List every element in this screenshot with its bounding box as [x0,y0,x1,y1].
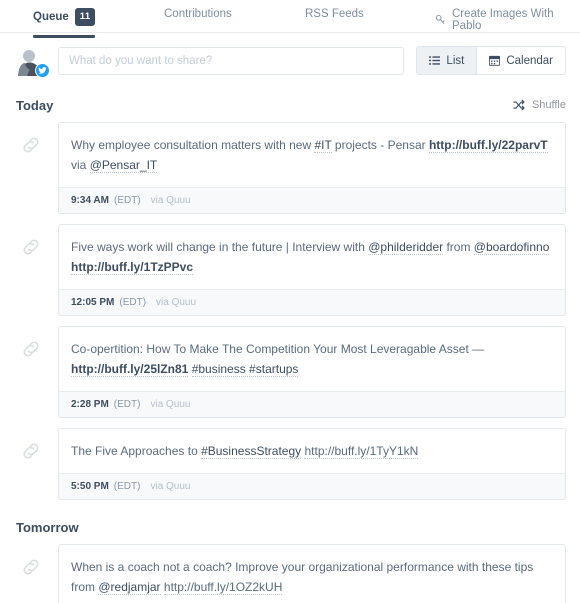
post-time: 5:50 PM [71,481,109,492]
chain-link-icon [16,334,46,364]
shuffle-icon [513,99,525,111]
day-section-tomorrow: Tomorrow When is a coach not a coach? Im… [0,510,580,603]
chain-link-icon [16,130,46,160]
day-section-title: Today [16,97,54,113]
post-text: Five ways work will change in the future… [71,240,550,275]
post-link[interactable]: http://buff.ly/22parvT [428,138,548,153]
day-section-today: Today Shuffle Why employee consultation … [0,88,580,510]
post-entity[interactable]: @redjamjar [98,580,161,595]
post-text: When is a coach not a coach? Improve you… [71,560,534,595]
view-calendar-button[interactable]: Calendar [476,47,565,74]
day-section-title: Tomorrow [16,519,79,535]
day-section-header: Tomorrow [0,510,580,544]
post-source: via Quuu [150,399,191,410]
tab-contributions[interactable]: Contributions [164,8,232,32]
post-timezone: (EDT) [113,399,141,410]
avatar[interactable] [16,45,50,78]
list-icon [429,55,441,66]
post-entity[interactable]: @Pensar_IT [89,158,158,173]
active-tab-underline [33,34,96,38]
chain-link-icon [16,436,46,466]
queue-post-item[interactable]: When is a coach not a coach? Improve you… [0,544,580,603]
queue-post-item[interactable]: Why employee consultation matters with n… [0,122,580,224]
post-entity[interactable]: #IT [314,138,332,153]
post-text: Co-opertition: How To Make The Competiti… [71,342,485,377]
post-source: via Quuu [150,195,191,206]
post-entity[interactable]: #BusinessStrategy [201,444,302,459]
post-timezone: (EDT) [113,481,141,492]
calendar-icon [489,55,501,66]
queue-count-badge: 11 [74,8,96,26]
queue-post-item[interactable]: The Five Approaches to #BusinessStrategy… [0,428,580,510]
post-link[interactable]: http://buff.ly/25lZn81 [71,362,189,377]
chain-link-icon [16,552,46,582]
post-entity[interactable]: @philderidder [368,240,444,255]
shuffle-button[interactable]: Shuffle [513,99,566,111]
day-section-posts: When is a coach not a coach? Improve you… [0,544,580,603]
chain-link-icon [16,232,46,262]
queue-post-item[interactable]: Five ways work will change in the future… [0,224,580,326]
post-card: When is a coach not a coach? Improve you… [58,544,566,603]
post-link[interactable]: http://buff.ly/1TzPPvc [71,260,194,275]
post-text: Why employee consultation matters with n… [71,138,548,173]
share-input[interactable] [58,46,405,75]
tab-rss-feeds[interactable]: RSS Feeds [305,8,364,32]
post-timezone: (EDT) [119,297,147,308]
tab-create-images-with-pablo[interactable]: Create Images With Pablo [434,8,580,44]
day-section-header: Today Shuffle [0,88,580,122]
post-card: Co-opertition: How To Make The Competiti… [58,326,566,418]
post-link[interactable]: http://buff.ly/1TyY1kN [304,444,419,459]
view-toggle-group: List Calendar [416,46,566,75]
tab-rss-feeds-label: RSS Feeds [305,8,364,20]
post-source: via Quuu [150,481,191,492]
post-footer: 2:28 PM (EDT) via Quuu [59,391,565,417]
tab-queue[interactable]: Queue 11 [33,8,96,38]
post-source: via Quuu [156,297,197,308]
post-text: The Five Approaches to #BusinessStrategy… [71,444,419,459]
view-list-label: List [446,54,465,67]
view-list-button[interactable]: List [417,47,477,74]
post-footer: 9:34 AM (EDT) via Quuu [59,187,565,213]
post-time: 2:28 PM [71,399,109,410]
day-section-posts: Why employee consultation matters with n… [0,122,580,510]
twitter-bird-icon [35,62,50,78]
queue-post-item[interactable]: Co-opertition: How To Make The Competiti… [0,326,580,428]
post-link[interactable]: http://buff.ly/1OZ2kUH [163,580,283,595]
shuffle-label: Shuffle [531,99,566,111]
post-entity[interactable]: @boardofinno [473,240,550,255]
post-time: 12:05 PM [71,297,115,308]
tab-pablo-label: Create Images With Pablo [452,8,554,32]
view-calendar-label: Calendar [506,54,553,67]
pablo-magic-icon [434,14,446,26]
post-card: Why employee consultation matters with n… [58,122,566,214]
post-time: 9:34 AM [71,195,109,206]
top-tab-bar: Queue 11 Contributions RSS Feeds Create … [0,0,580,38]
post-entity[interactable]: #business #startups [191,362,299,377]
post-footer: 5:50 PM (EDT) via Quuu [59,473,565,499]
post-card: The Five Approaches to #BusinessStrategy… [58,428,566,500]
tab-contributions-label: Contributions [164,8,232,20]
queue-list: Today Shuffle Why employee consultation … [0,88,580,603]
post-timezone: (EDT) [113,195,141,206]
post-card: Five ways work will change in the future… [58,224,566,316]
tab-queue-label: Queue [33,10,69,23]
post-footer: 12:05 PM (EDT) via Quuu [59,289,565,315]
